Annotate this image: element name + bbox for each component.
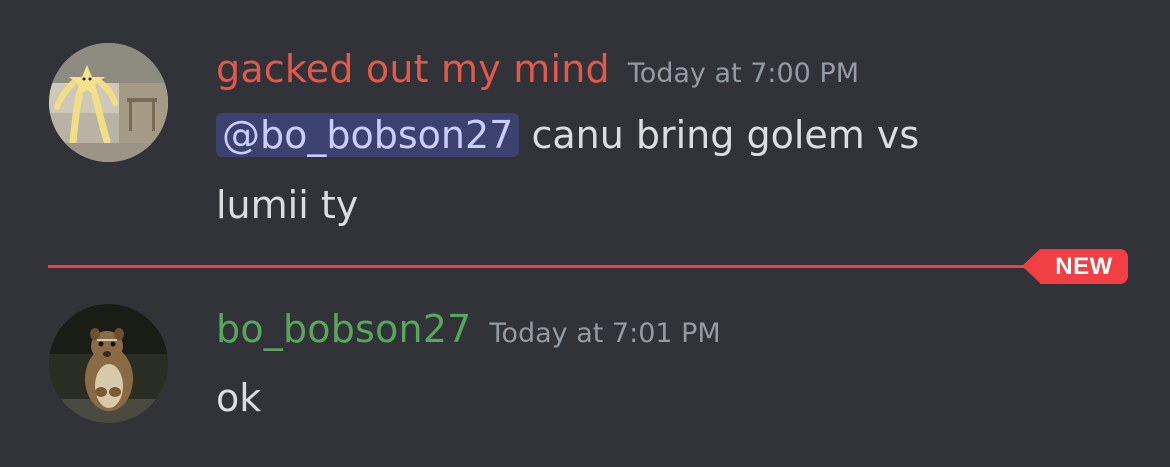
message-line-2: lumii ty xyxy=(216,183,359,227)
message-content: @bo_bobson27 canu bring golem vs lumii t… xyxy=(216,100,1016,240)
plush-toy-avatar-icon xyxy=(49,43,168,162)
timestamp[interactable]: Today at 7:00 PM xyxy=(628,58,859,89)
new-messages-divider xyxy=(48,265,1028,268)
new-badge: NEW xyxy=(1040,249,1128,284)
message-header: bo_bobson27 Today at 7:01 PM xyxy=(216,307,721,351)
username[interactable]: gacked out my mind xyxy=(216,47,610,91)
username[interactable]: bo_bobson27 xyxy=(216,307,472,351)
chat-messages: gacked out my mind Today at 7:00 PM @bo_b… xyxy=(0,0,1170,467)
user-avatar[interactable] xyxy=(49,304,168,423)
user-mention[interactable]: @bo_bobson27 xyxy=(216,113,520,157)
message-text: ok xyxy=(216,376,262,420)
timestamp[interactable]: Today at 7:01 PM xyxy=(490,318,721,349)
new-badge-arrow xyxy=(1022,249,1040,283)
message-2: bo_bobson27 Today at 7:01 PM ok xyxy=(0,290,1170,467)
chipmunk-avatar-icon xyxy=(49,304,168,423)
message-1: gacked out my mind Today at 7:00 PM @bo_b… xyxy=(0,0,1170,250)
message-header: gacked out my mind Today at 7:00 PM xyxy=(216,47,859,91)
message-content: ok xyxy=(216,363,1016,433)
user-avatar[interactable] xyxy=(49,43,168,162)
message-text: canu bring golem vs xyxy=(519,113,920,157)
message-line-1: @bo_bobson27 canu bring golem vs xyxy=(216,100,1016,170)
